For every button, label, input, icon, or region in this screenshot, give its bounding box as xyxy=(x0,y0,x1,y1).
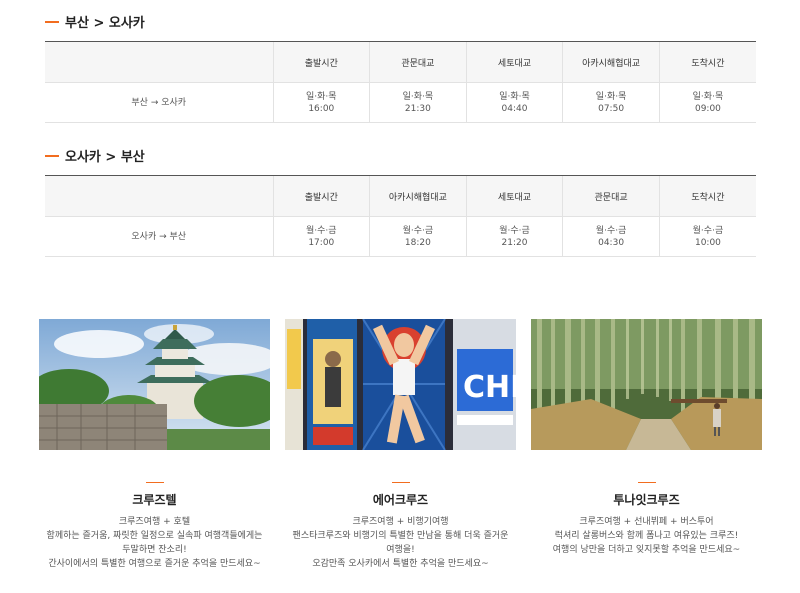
time-text: 21:20 xyxy=(501,237,528,248)
card-description: 크루즈여행 + 호텔 함께하는 즐거움, 짜릿한 일정으로 실속파 여행객들에게… xyxy=(39,515,270,571)
time-cell: 일·화·목 04:40 xyxy=(465,82,563,123)
time-cell: 월·수·금 10:00 xyxy=(658,216,756,257)
card-title[interactable]: 투나잇크루즈 xyxy=(531,491,762,508)
time-cell: 월·수·금 17:00 xyxy=(272,216,370,257)
header-cell: 관문대교 xyxy=(562,175,660,217)
time-text: 04:40 xyxy=(501,103,528,114)
days-text: 일·화·목 xyxy=(595,91,627,102)
svg-text:CHI: CHI xyxy=(463,370,516,405)
days-text: 월·수·금 xyxy=(306,225,337,236)
card-title[interactable]: 크루즈텔 xyxy=(39,491,270,508)
card-line: 팬스타크루즈와 비행기의 특별한 만남을 통해 더욱 즐거운 xyxy=(292,531,509,541)
card-line: 여행을! xyxy=(386,545,415,555)
table-row: 오사카 → 부산 월·수·금 17:00 월·수·금 18:20 월·수·금 21:2… xyxy=(45,216,756,257)
days-text: 일·화·목 xyxy=(306,91,337,102)
days-text: 월·수·금 xyxy=(595,225,627,236)
card-accent-dash xyxy=(391,482,410,483)
time-cell: 월·수·금 21:20 xyxy=(465,216,563,257)
dotonbori-signs-photo[interactable]: CHI xyxy=(285,319,516,450)
days-text: 일·화·목 xyxy=(402,91,434,102)
days-text: 월·수·금 xyxy=(402,225,434,236)
table-row: 부산 → 오사카 일·화·목 16:00 일·화·목 21:30 일·화·목 04:4… xyxy=(45,82,756,123)
header-cell: 도착시간 xyxy=(658,41,756,83)
package-card-cruisetel[interactable]: 크루즈텔 크루즈여행 + 호텔 함께하는 즐거움, 짜릿한 일정으로 실속파 여… xyxy=(39,319,270,571)
days-text: 월·수·금 xyxy=(692,225,724,236)
card-line: 함께하는 즐거움, 짜릿한 일정으로 실속파 여행객들에게는 xyxy=(46,531,263,541)
header-cell: 아카시해협대교 xyxy=(562,41,660,83)
time-cell: 월·수·금 04:30 xyxy=(562,216,660,257)
header-cell: 세토대교 xyxy=(465,175,563,217)
card-line: 크루즈여행 + 비행기여행 xyxy=(352,517,449,527)
card-description: 크루즈여행 + 비행기여행 팬스타크루즈와 비행기의 특별한 만남을 통해 더욱… xyxy=(285,515,516,571)
schedule-table-osaka-busan: 출발시간 아카시해협대교 세토대교 관문대교 도착시간 오사카 → 부산 월·수… xyxy=(45,175,756,257)
time-text: 21:30 xyxy=(404,103,431,114)
time-cell: 일·화·목 07:50 xyxy=(562,82,660,123)
time-text: 17:00 xyxy=(308,237,335,248)
osaka-castle-photo[interactable] xyxy=(39,319,270,450)
time-cell: 일·화·목 16:00 xyxy=(272,82,370,123)
card-line: 오감만족 오사카에서 특별한 추억을 만드세요~ xyxy=(312,559,489,569)
days-text: 일·화·목 xyxy=(692,91,724,102)
time-text: 07:50 xyxy=(598,103,625,114)
title-accent-bar xyxy=(45,20,59,23)
bamboo-grove-photo[interactable] xyxy=(531,319,762,450)
time-cell: 일·화·목 09:00 xyxy=(658,82,756,123)
time-text: 18:20 xyxy=(404,237,431,248)
title-accent-bar xyxy=(45,154,59,157)
days-text: 일·화·목 xyxy=(499,91,530,102)
header-cell: 세토대교 xyxy=(465,41,563,83)
schedule-table-busan-osaka: 출발시간 관문대교 세토대교 아카시해협대교 도착시간 부산 → 오사카 일·화… xyxy=(45,41,756,123)
time-cell: 월·수·금 18:20 xyxy=(369,216,467,257)
days-text: 월·수·금 xyxy=(499,225,530,236)
table-header-row: 출발시간 관문대교 세토대교 아카시해협대교 도착시간 xyxy=(45,41,756,83)
card-title[interactable]: 에어크루즈 xyxy=(285,491,516,508)
header-cell: 관문대교 xyxy=(369,41,467,83)
card-accent-dash xyxy=(145,482,164,483)
time-text: 16:00 xyxy=(308,103,335,114)
card-line: 럭셔리 살롱버스와 함께 폼나고 여유있는 크루즈! xyxy=(554,531,739,541)
route-cell: 오사카 → 부산 xyxy=(45,216,273,257)
card-line: 두말하면 잔소리! xyxy=(122,545,187,555)
card-accent-dash xyxy=(637,482,656,483)
section-title-busan-osaka: 부산 > 오사카 xyxy=(45,12,145,31)
card-line: 크루즈여행 + 선내뷔페 + 버스투어 xyxy=(579,517,714,527)
table-header-row: 출발시간 아카시해협대교 세토대교 관문대교 도착시간 xyxy=(45,175,756,217)
card-description: 크루즈여행 + 선내뷔페 + 버스투어 럭셔리 살롱버스와 함께 폼나고 여유있… xyxy=(531,515,762,557)
section-title-osaka-busan: 오사카 > 부산 xyxy=(45,146,145,165)
time-text: 04:30 xyxy=(598,237,625,248)
route-cell: 부산 → 오사카 xyxy=(45,82,273,123)
header-cell: 아카시해협대교 xyxy=(369,175,467,217)
time-text: 09:00 xyxy=(694,103,721,114)
time-cell: 일·화·목 21:30 xyxy=(369,82,467,123)
header-cell: 출발시간 xyxy=(272,175,370,217)
card-line: 크루즈여행 + 호텔 xyxy=(118,517,191,527)
package-card-aircruise[interactable]: CHI 에어크루즈 크루즈여행 + 비행기여행 팬스타크루즈와 비행기의 특별한… xyxy=(285,319,516,571)
header-cell xyxy=(45,41,273,83)
package-cards: 크루즈텔 크루즈여행 + 호텔 함께하는 즐거움, 짜릿한 일정으로 실속파 여… xyxy=(39,319,762,593)
header-cell: 출발시간 xyxy=(272,41,370,83)
header-cell: 도착시간 xyxy=(658,175,756,217)
card-line: 간사이에서의 특별한 여행으로 즐거운 추억을 만드세요~ xyxy=(48,559,261,569)
header-cell xyxy=(45,175,273,217)
section-title-text: 오사카 > 부산 xyxy=(65,150,145,165)
card-line: 여행의 낭만을 더하고 잊지못할 추억을 만드세요~ xyxy=(552,545,741,555)
section-title-text: 부산 > 오사카 xyxy=(65,16,145,31)
time-text: 10:00 xyxy=(694,237,721,248)
package-card-tonight-cruise[interactable]: 투나잇크루즈 크루즈여행 + 선내뷔페 + 버스투어 럭셔리 살롱버스와 함께 … xyxy=(531,319,762,557)
